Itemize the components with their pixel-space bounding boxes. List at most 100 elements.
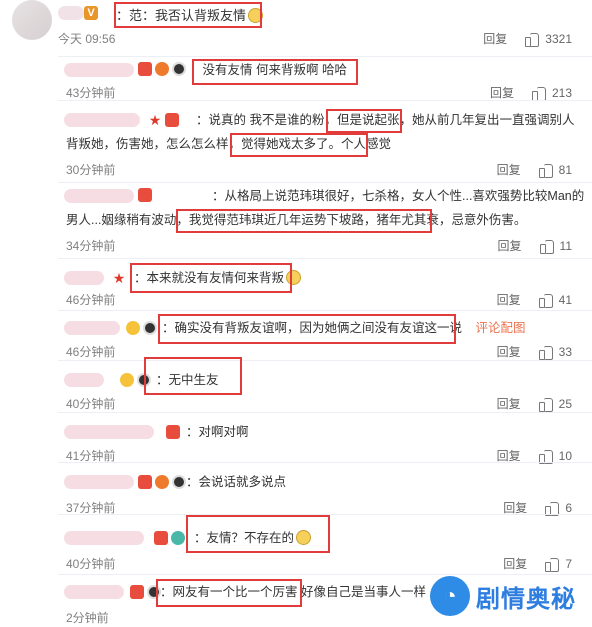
username[interactable] [64, 425, 154, 439]
duck-icon [126, 321, 140, 335]
panda-icon [172, 475, 186, 489]
doge-emoji-icon [296, 530, 312, 545]
like-icon[interactable] [545, 501, 560, 516]
vip-icon [165, 113, 179, 127]
comment-text: ：确实没有背叛友谊啊，因为她俩之间没有友谊这一说 评论配图 [162, 321, 526, 335]
username[interactable] [64, 189, 134, 203]
comment-text: ：本来就没有友情何来背叛 [134, 269, 302, 288]
like-count: 81 [558, 162, 572, 177]
username[interactable] [64, 373, 104, 387]
panda-icon [147, 585, 161, 599]
like-icon[interactable] [538, 293, 553, 308]
comment-text: ：会说话就多说点 [186, 475, 287, 489]
like-count: 213 [551, 85, 572, 100]
username[interactable] [64, 531, 144, 545]
like-count: 41 [558, 292, 572, 307]
comment-text: ：对啊对啊 [186, 425, 249, 439]
list-item: ：对啊对啊 41分钟前 回复 10 [58, 412, 592, 464]
list-item: ：确实没有背叛友谊啊，因为她俩之间没有友谊这一说 评论配图 46分钟前 回复 3… [58, 310, 592, 360]
comment-thread: V ：范：我否认背叛友情 今天 09:56 回复 3321 ：没有友情 何来背叛… [0, 0, 592, 627]
like-count: 3321 [545, 31, 572, 46]
list-item: ：从格局上说范玮琪很好，七杀格，女人个性...喜欢强势比较Man的 男人...姻… [58, 182, 592, 258]
username[interactable] [58, 6, 84, 20]
like-count: 6 [565, 500, 572, 515]
watermark-text: 剧情奥秘 [476, 584, 576, 613]
fire-icon [155, 475, 169, 489]
comment-text-line1: ：说真的 我不是谁的粉，但是说起张，她从前几年复出一直强调别人 [196, 113, 575, 127]
comment-text: ：友情？不存在的 [194, 529, 312, 548]
like-icon[interactable] [538, 397, 553, 412]
reply-button[interactable]: 回复 [503, 555, 527, 572]
like-count: 7 [565, 556, 572, 571]
timestamp: 2分钟前 [66, 611, 109, 625]
vip-icon [138, 62, 152, 76]
timestamp: 30分钟前 [66, 163, 116, 177]
list-item: ：会说话就多说点 37分钟前 回复 6 [58, 462, 592, 516]
username[interactable] [64, 585, 124, 599]
doge-emoji-icon [286, 270, 302, 285]
reply-button[interactable]: 回复 [498, 237, 522, 254]
timestamp: 40分钟前 [66, 397, 116, 411]
watermark: ◔ 剧情奥秘 [430, 572, 590, 620]
timestamp: 43分钟前 [66, 86, 116, 100]
comment-text: ：网友有一个比一个厉害 好像自己是当事人一样 [160, 585, 426, 599]
reply-button[interactable]: 回复 [497, 343, 521, 360]
doge-emoji-icon [248, 8, 264, 23]
like-count: 25 [558, 396, 572, 411]
like-icon[interactable] [545, 557, 560, 572]
username[interactable] [64, 271, 104, 285]
star-icon: ★ [112, 270, 126, 286]
vip-icon [154, 531, 168, 545]
username[interactable] [64, 321, 120, 335]
list-item: ★ ：说真的 我不是谁的粉，但是说起张，她从前几年复出一直强调别人 背叛她，伤害… [58, 100, 592, 182]
reply-button[interactable]: 回复 [497, 161, 521, 178]
reply-button[interactable]: 回复 [483, 30, 507, 47]
timestamp: 46分钟前 [66, 345, 116, 359]
like-count: 33 [558, 344, 572, 359]
fire-icon [155, 62, 169, 76]
timestamp: 40分钟前 [66, 557, 116, 571]
reply-button[interactable]: 回复 [497, 395, 521, 412]
like-count: 11 [559, 238, 572, 253]
comment-actions: 回复 3321 [483, 30, 572, 47]
comment-text-line2: 背叛她，伤害她，怎么怎么样，觉得她戏太多了。个人感觉 [66, 137, 392, 151]
comment-image-link[interactable]: 评论配图 [476, 321, 526, 335]
timestamp: 今天 09:56 [58, 32, 116, 46]
badge-icon [171, 531, 185, 545]
verified-badge-icon: V [84, 6, 98, 20]
like-icon[interactable] [538, 163, 553, 178]
panda-icon [143, 321, 157, 335]
like-icon[interactable] [525, 32, 540, 47]
like-icon[interactable] [531, 86, 546, 101]
vip-icon [166, 425, 180, 439]
reply-button[interactable]: 回复 [497, 291, 521, 308]
list-item: ：无中生友 40分钟前 回复 25 [58, 357, 592, 412]
timestamp: 46分钟前 [66, 293, 116, 307]
list-item: ：没有友情 何来背叛啊 哈哈 43分钟前 回复 213 [58, 56, 592, 101]
comment-text: ：没有友情 何来背叛啊 哈哈 [190, 63, 347, 77]
duck-icon [120, 373, 134, 387]
timestamp: 34分钟前 [66, 239, 116, 253]
list-item: ★ ：本来就没有友情何来背叛 46分钟前 回复 41 [58, 258, 592, 310]
comment-text-line2: 男人...姻缘稍有波动，我觉得范玮琪近几年运势下坡路，猪年尤其衰，忌意外伤害。 [66, 213, 527, 227]
top-comment: V ：范：我否认背叛友情 今天 09:56 回复 3321 [0, 0, 592, 52]
avatar[interactable] [12, 0, 52, 40]
like-icon[interactable] [539, 239, 554, 254]
like-count: 10 [558, 448, 572, 463]
panda-icon [137, 373, 151, 387]
panda-icon [172, 62, 186, 76]
username[interactable] [64, 63, 134, 77]
like-icon[interactable] [538, 345, 553, 360]
username[interactable] [64, 113, 140, 127]
comment-text: ：范：我否认背叛友情 [116, 5, 264, 24]
vip-icon [130, 585, 144, 599]
like-icon[interactable] [538, 449, 553, 464]
list-item: ：友情？不存在的 40分钟前 回复 7 [58, 514, 592, 574]
comment-text: ：无中生友 [156, 373, 219, 387]
watermark-logo-icon: ◔ [430, 576, 470, 616]
username[interactable] [64, 475, 134, 489]
vip-icon [138, 475, 152, 489]
reply-button[interactable]: 回复 [490, 84, 514, 101]
comment-text-line1: ：从格局上说范玮琪很好，七杀格，女人个性...喜欢强势比较Man的 [212, 189, 585, 203]
star-icon: ★ [148, 112, 162, 128]
